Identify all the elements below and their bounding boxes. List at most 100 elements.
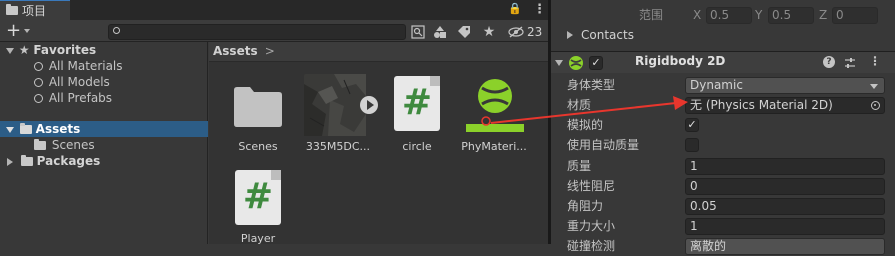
collision-detection-dropdown[interactable]: 离散的 <box>685 238 885 255</box>
tree-item-assets[interactable]: Assets <box>0 121 208 137</box>
search-icon <box>34 62 43 71</box>
filter-by-label-icon[interactable] <box>455 23 473 41</box>
search-by-type-icon[interactable] <box>409 23 427 41</box>
preset-sliders-icon[interactable] <box>843 56 857 70</box>
property-label: 质量 <box>567 159 592 173</box>
auto-mass-checkbox[interactable] <box>685 138 699 152</box>
breadcrumb-assets[interactable]: Assets <box>213 44 258 58</box>
favorite-item-label: All Prefabs <box>48 91 113 105</box>
tab-project[interactable]: 项目 <box>0 0 70 20</box>
property-label: 重力大小 <box>567 219 616 233</box>
range-label: 范围 <box>639 8 664 22</box>
chevron-down-icon <box>870 84 878 89</box>
z-axis-label: Z <box>819 8 828 22</box>
expand-arrow-icon <box>6 47 14 54</box>
asset-scenes[interactable]: Scenes <box>218 74 298 164</box>
mass-field[interactable]: 1 <box>685 158 885 175</box>
asset-label: 335M5DC... <box>305 140 371 153</box>
favorite-star-icon[interactable]: ★ <box>480 23 498 41</box>
asset-circle-script[interactable]: # circle <box>377 74 457 164</box>
favorite-item-label: All Models <box>48 75 110 89</box>
physics-material-icon <box>466 79 524 132</box>
contacts-label: Contacts <box>581 28 634 42</box>
asset-texture[interactable]: 335M5DC... <box>298 74 378 164</box>
asset-physics-material[interactable]: PhyMateri... <box>454 74 534 164</box>
gravity-scale-row: 重力大小 1 <box>551 216 895 236</box>
folder-open-icon <box>19 123 32 134</box>
folder-icon <box>234 87 282 127</box>
eye-slash-icon <box>508 26 524 38</box>
body-type-row: 身体类型 Dynamic <box>551 75 895 95</box>
contacts-foldout[interactable]: Contacts <box>551 25 895 45</box>
search-icon <box>34 94 43 103</box>
range-z-field[interactable]: 0 <box>832 7 878 24</box>
material-row: 材质 无 (Physics Material 2D) <box>551 95 895 115</box>
simulated-checkbox[interactable]: ✓ <box>685 118 699 132</box>
expand-arrow-icon <box>567 31 573 39</box>
search-input[interactable] <box>108 24 406 40</box>
tree-item-all-materials[interactable]: All Materials <box>0 58 208 74</box>
body-type-dropdown[interactable]: Dynamic <box>685 77 885 94</box>
breadcrumb-separator: > <box>264 44 275 58</box>
tree-item-scenes[interactable]: Scenes <box>0 137 208 153</box>
range-x-field[interactable]: 0.5 <box>706 7 752 24</box>
chevron-down-icon <box>24 29 31 33</box>
y-axis-label: Y <box>755 8 763 22</box>
inspector-panel: 范围 X 0.5 Y 0.5 Z 0 Contacts ✓ Rigidbody … <box>551 0 895 255</box>
filter-by-type-icon[interactable] <box>431 23 449 41</box>
asset-label: Scenes <box>238 140 278 153</box>
project-sidebar: ★ Favorites All Materials All Models All… <box>0 42 208 244</box>
packages-label: Packages <box>36 154 101 168</box>
property-label: 角阻力 <box>567 199 604 213</box>
expand-arrow-icon <box>555 60 563 66</box>
asset-player-script[interactable]: # Player <box>218 166 298 245</box>
component-enabled-checkbox[interactable]: ✓ <box>589 56 603 70</box>
component-title: Rigidbody 2D <box>635 54 726 68</box>
create-dropdown[interactable]: + <box>6 21 36 41</box>
angular-drag-row: 角阻力 0.05 <box>551 196 895 216</box>
rigidbody2d-header[interactable]: ✓ Rigidbody 2D ? ⋮ <box>551 51 895 73</box>
asset-label: Player <box>240 232 276 245</box>
lock-icon[interactable]: 🔒 <box>508 2 522 15</box>
angular-drag-field[interactable]: 0.05 <box>685 198 885 215</box>
simulated-row: 模拟的 ✓ <box>551 115 895 135</box>
tab-project-label: 项目 <box>22 4 47 18</box>
search-icon <box>113 27 120 34</box>
tree-item-favorites[interactable]: ★ Favorites <box>0 42 208 58</box>
asset-label: circle <box>402 140 432 153</box>
collision-detection-row: 碰撞检测 离散的 <box>551 236 895 256</box>
expand-arrow-icon <box>6 126 14 133</box>
object-picker-icon[interactable] <box>871 101 880 110</box>
dropdown-value: Dynamic <box>690 78 743 92</box>
material-object-field[interactable]: 无 (Physics Material 2D) <box>685 97 885 114</box>
texture-thumbnail-icon <box>304 74 366 136</box>
tree-item-packages[interactable]: Packages <box>0 153 208 169</box>
component-menu-icon[interactable]: ⋮ <box>869 54 881 68</box>
range-row: 范围 X 0.5 Y 0.5 Z 0 <box>551 5 895 25</box>
x-axis-label: X <box>693 8 702 22</box>
tab-menu-icon[interactable]: ⋮ <box>533 2 546 17</box>
expand-play-icon[interactable] <box>360 96 378 114</box>
gravity-scale-field[interactable]: 1 <box>685 218 885 235</box>
range-y-field[interactable]: 0.5 <box>768 7 814 24</box>
rigidbody2d-icon <box>569 56 583 70</box>
expand-arrow-icon <box>7 157 13 166</box>
dropdown-value: 离散的 <box>690 239 727 253</box>
folder-icon <box>6 4 18 15</box>
auto-mass-row: 使用自动质量 <box>551 135 895 155</box>
folder-icon <box>20 155 33 166</box>
project-toolbar: + ★ 23 <box>0 20 548 42</box>
property-label: 线性阻尼 <box>567 179 616 193</box>
plus-icon: + <box>6 20 22 41</box>
scenes-label: Scenes <box>51 138 95 152</box>
linear-drag-field[interactable]: 0 <box>685 178 885 195</box>
tree-item-all-prefabs[interactable]: All Prefabs <box>0 90 208 106</box>
tree-item-all-models[interactable]: All Models <box>0 74 208 90</box>
script-icon: # <box>394 76 440 131</box>
project-window: 项目 🔒 ⋮ + ★ 23 ★ Favorites All Materials … <box>0 0 548 245</box>
property-label: 模拟的 <box>567 118 604 132</box>
help-icon[interactable]: ? <box>823 56 835 68</box>
folder-icon <box>34 139 46 150</box>
hidden-packages-toggle[interactable]: 23 <box>508 23 542 41</box>
mass-row: 质量 1 <box>551 156 895 176</box>
